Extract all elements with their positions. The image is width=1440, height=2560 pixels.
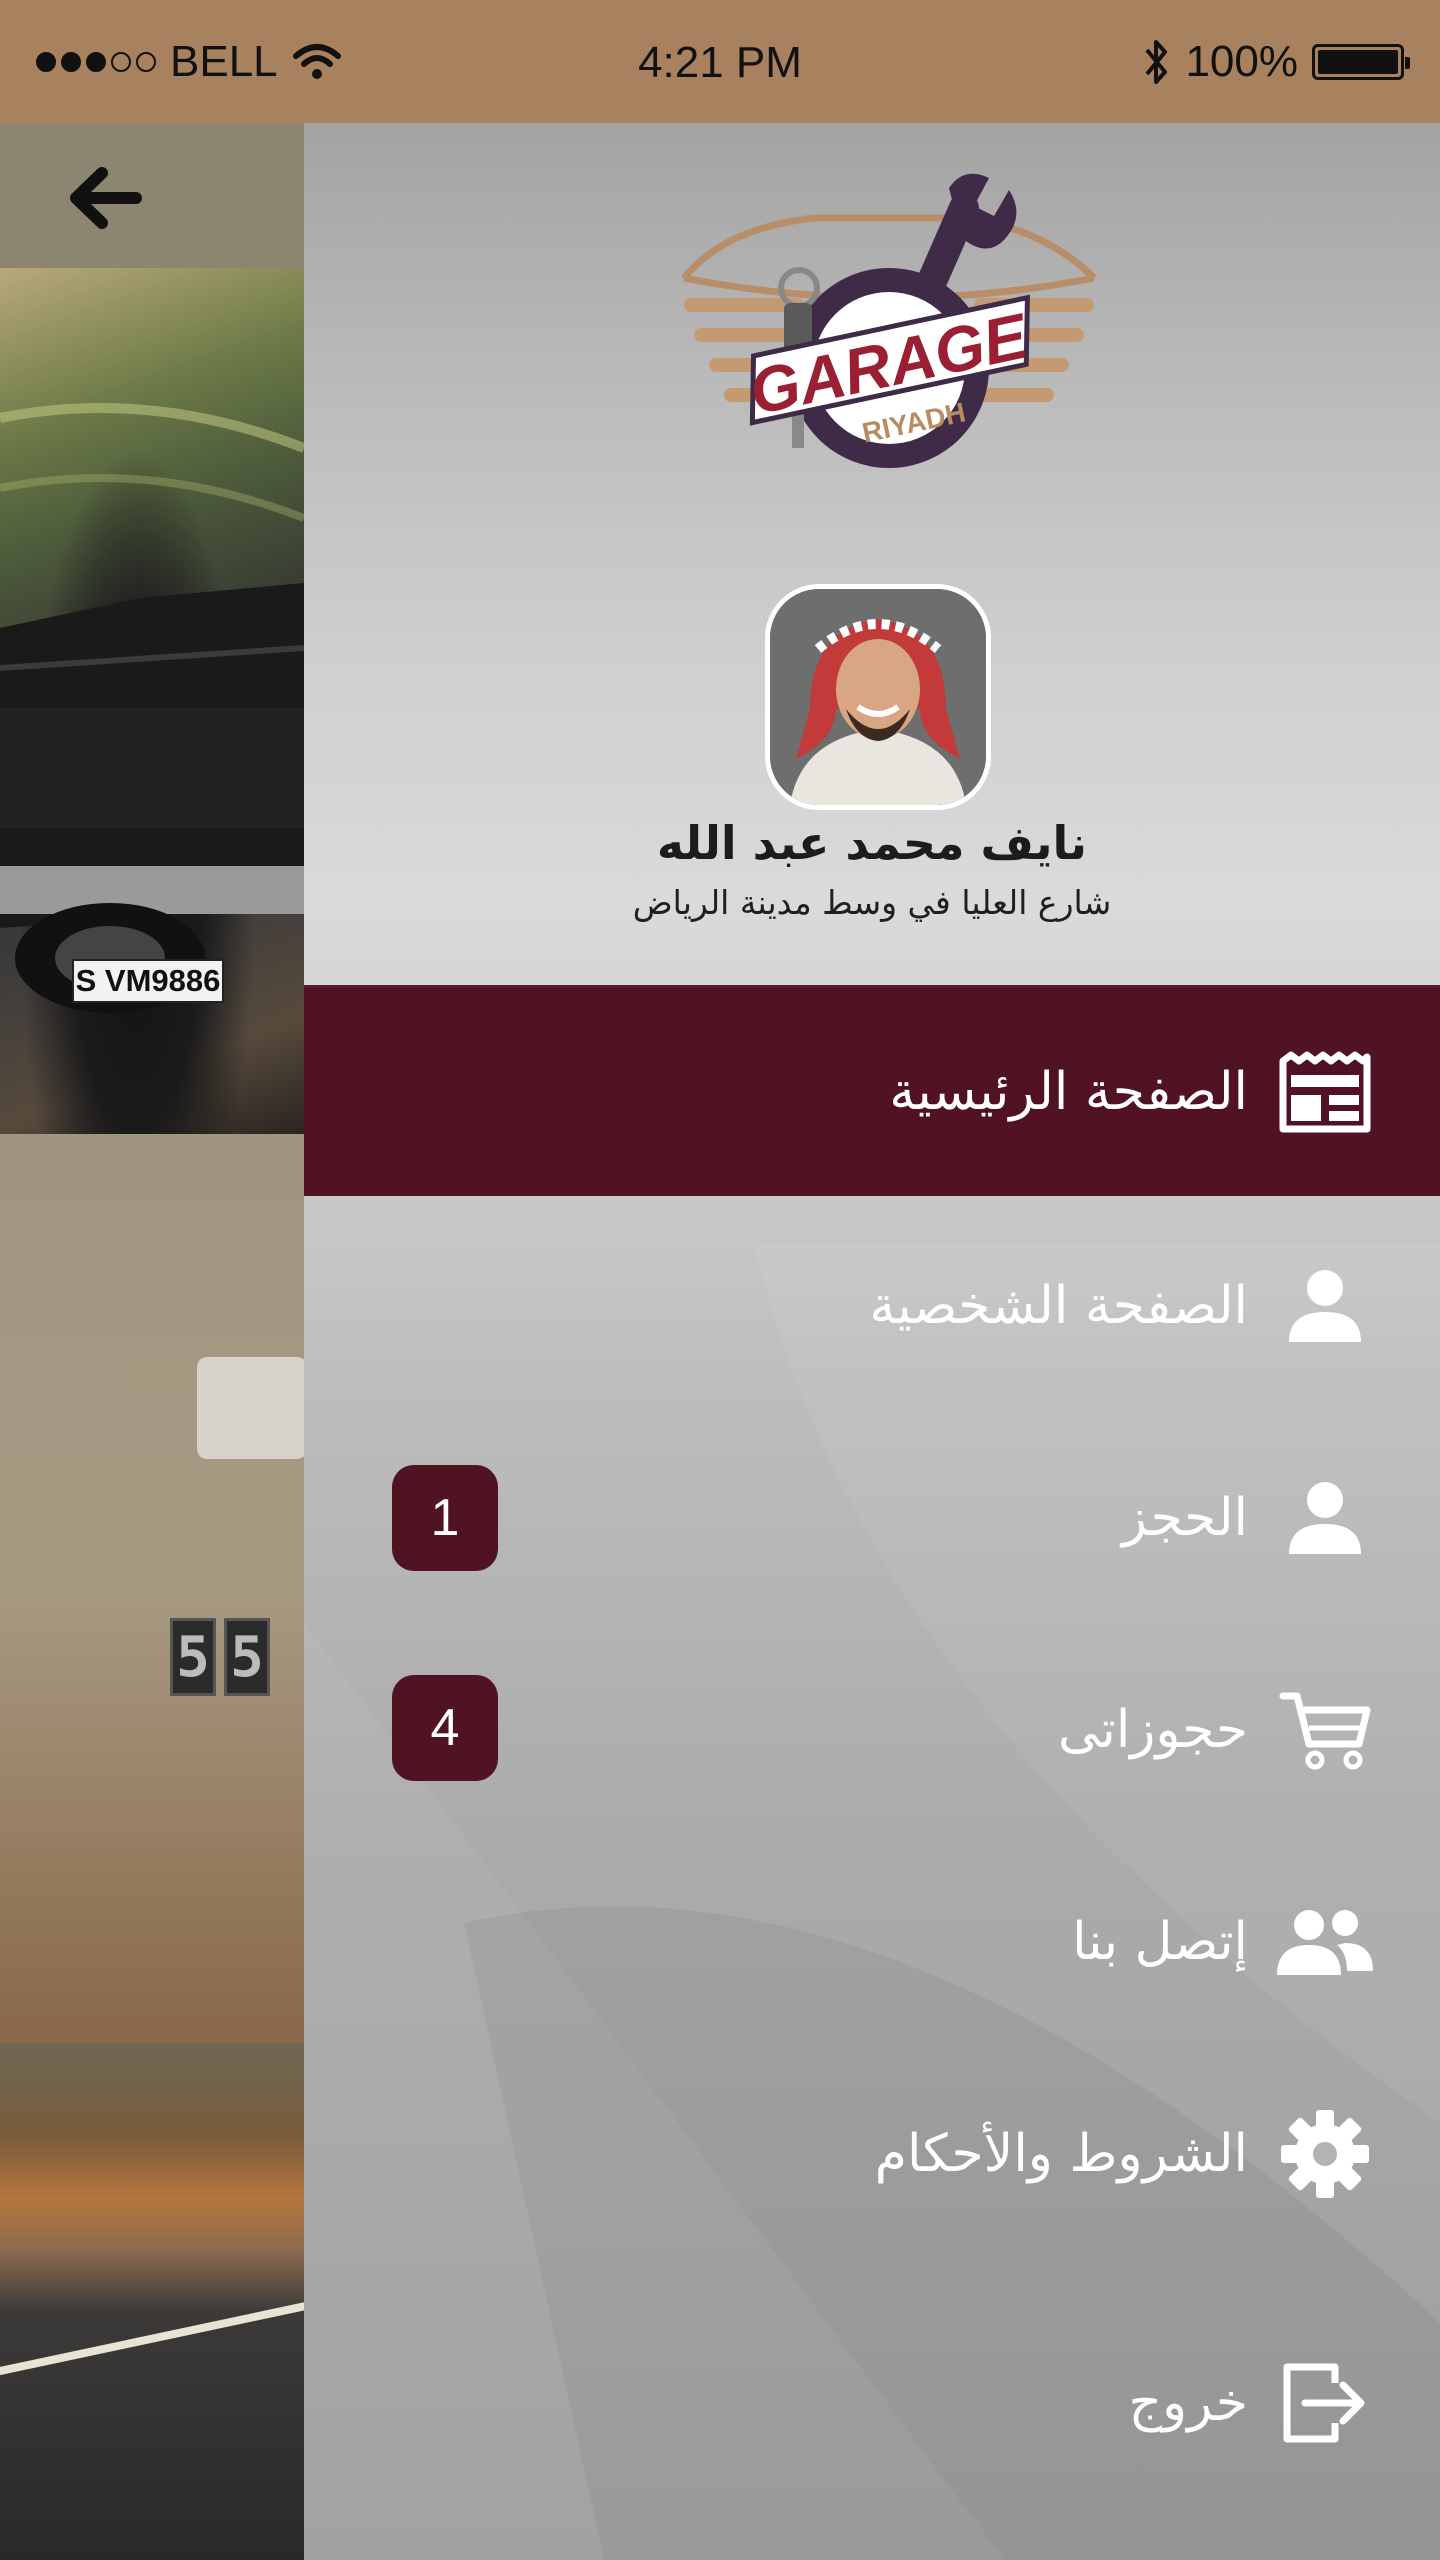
- menu-item-contact-us[interactable]: إتصل بنا: [304, 1839, 1440, 2045]
- cart-icon: [1270, 1675, 1380, 1785]
- profile-avatar[interactable]: [765, 584, 991, 810]
- booking-count-badge: 1: [392, 1465, 498, 1571]
- menu-item-home[interactable]: الصفحة الرئيسية: [304, 988, 1440, 1196]
- battery-icon: [1312, 43, 1410, 80]
- status-right: 100%: [1141, 36, 1410, 88]
- wifi-icon: [292, 43, 341, 79]
- car-illustration: [0, 403, 304, 1013]
- gear-icon: [1270, 2099, 1380, 2209]
- bluetooth-icon: [1145, 39, 1168, 84]
- users-icon: [1270, 1887, 1380, 1997]
- status-bar: BELL 4:21 PM 100%: [0, 0, 1440, 123]
- menu-item-profile[interactable]: الصفحة الشخصية: [304, 1203, 1440, 1409]
- drawer-profile-header: GARAGE RIYADH نايف محمد عبد الله شارع ال…: [304, 123, 1440, 988]
- user-icon: [1270, 1463, 1380, 1573]
- battery-percent: 100%: [1185, 36, 1298, 86]
- profile-address: شارع العليا في وسط مدينة الرياض: [632, 883, 1112, 922]
- my-bookings-count-badge: 4: [392, 1675, 498, 1781]
- menu-item-logout[interactable]: خروج: [304, 2300, 1440, 2506]
- signal-strength-icon: [36, 51, 156, 72]
- menu-item-label: حجوزاتى: [1058, 1700, 1248, 1760]
- counter-digit: 5: [170, 1618, 216, 1696]
- background-screen: S VM9886 5 5: [0, 123, 304, 2560]
- menu-item-terms[interactable]: الشروط والأحكام: [304, 2051, 1440, 2257]
- menu-item-booking[interactable]: الحجز 1: [304, 1415, 1440, 1621]
- navigation-drawer: GARAGE RIYADH نايف محمد عبد الله شارع ال…: [304, 123, 1440, 2560]
- menu-item-label: الصفحة الرئيسية: [889, 1062, 1248, 1122]
- menu-item-label: إتصل بنا: [1072, 1912, 1248, 1972]
- road-image: [0, 2043, 304, 2560]
- car-hero-image: S VM9886: [0, 268, 304, 1134]
- background-card: [197, 1357, 304, 1459]
- menu-item-label: الشروط والأحكام: [874, 2124, 1248, 2184]
- battery-fill: [1318, 49, 1398, 74]
- counter-digits: 5 5: [170, 1618, 270, 1696]
- carrier-name: BELL: [170, 36, 278, 86]
- status-left: BELL: [36, 37, 342, 87]
- menu-item-label: الصفحة الشخصية: [869, 1276, 1248, 1336]
- garage-logo: GARAGE RIYADH: [681, 173, 1097, 468]
- background-header: [0, 123, 304, 268]
- counter-digit: 5: [224, 1618, 270, 1696]
- user-icon: [1270, 1251, 1380, 1361]
- avatar-photo: [770, 589, 986, 805]
- menu-item-my-bookings[interactable]: حجوزاتى 4: [304, 1627, 1440, 1833]
- logout-icon: [1270, 2348, 1380, 2458]
- menu-item-label: خروج: [1128, 2373, 1248, 2433]
- license-plate: S VM9886: [72, 959, 224, 1003]
- back-arrow-icon[interactable]: [66, 165, 142, 231]
- menu-item-label: الحجز: [1121, 1488, 1248, 1548]
- profile-name: نايف محمد عبد الله: [656, 816, 1088, 870]
- newspaper-icon: [1270, 1037, 1380, 1147]
